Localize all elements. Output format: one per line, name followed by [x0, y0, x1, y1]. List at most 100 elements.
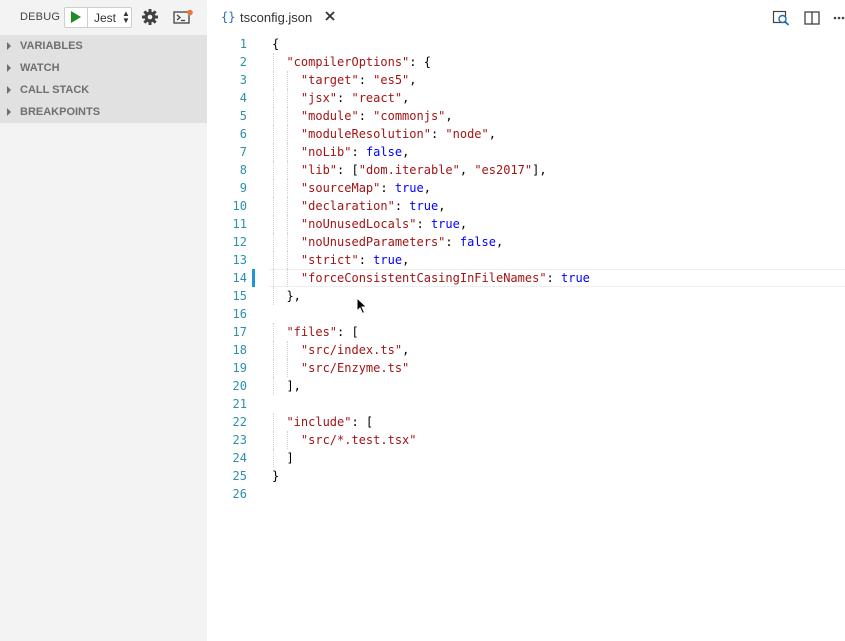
line-number: 18	[232, 343, 247, 357]
code-line[interactable]: 7 "noLib": false,	[207, 143, 845, 161]
line-number: 4	[239, 91, 247, 105]
line-number: 1	[239, 37, 247, 51]
line-number: 23	[232, 433, 247, 447]
code-text: "noLib": false,	[300, 145, 410, 159]
section-call-stack[interactable]: CALL STACK	[0, 79, 207, 101]
close-icon[interactable]	[324, 10, 336, 22]
section-label: VARIABLES	[20, 40, 83, 52]
code-text: },	[272, 289, 301, 303]
chevron-right-icon	[7, 86, 11, 94]
section-watch[interactable]: WATCH	[0, 57, 207, 79]
code-line[interactable]: 15 },	[207, 287, 845, 305]
code-text: "noUnusedParameters": false,	[300, 235, 504, 249]
line-number: 22	[232, 415, 247, 429]
select-divider	[87, 8, 88, 27]
line-number: 21	[232, 397, 247, 411]
code-line[interactable]: 19 "src/Enzyme.ts"	[207, 359, 845, 377]
code-line[interactable]: 11 "noUnusedLocals": true,	[207, 215, 845, 233]
code-text: "compilerOptions": {	[286, 55, 431, 69]
chevron-right-icon	[7, 108, 11, 116]
line-number: 6	[239, 127, 247, 141]
code-text: "jsx": "react",	[300, 91, 410, 105]
code-line[interactable]: 2 "compilerOptions": {	[207, 53, 845, 71]
debug-console-icon[interactable]	[173, 9, 193, 25]
code-text: "src/Enzyme.ts"	[300, 361, 410, 375]
line-number: 7	[239, 145, 247, 159]
line-number: 2	[239, 55, 247, 69]
current-line-marker	[252, 269, 255, 287]
code-text: "files": [	[286, 325, 359, 339]
debug-sidebar: DEBUG Jest ▲ ▼ VARIABLES WATCH CALL STAC…	[0, 0, 207, 641]
code-line[interactable]: 20 ],	[207, 377, 845, 395]
line-number: 11	[232, 217, 247, 231]
code-line[interactable]: 23 "src/*.test.tsx"	[207, 431, 845, 449]
line-number: 25	[232, 469, 247, 483]
code-text: "declaration": true,	[300, 199, 446, 213]
editor-tab-bar: {} tsconfig.json	[207, 0, 845, 35]
code-line[interactable]: 24 ]	[207, 449, 845, 467]
code-line[interactable]: 26	[207, 485, 845, 503]
code-text: "lib": ["dom.iterable", "es2017"],	[300, 163, 547, 177]
code-line[interactable]: 25}	[207, 467, 845, 485]
code-text: ]	[272, 451, 294, 465]
line-number: 13	[232, 253, 247, 267]
debug-title: DEBUG	[20, 11, 61, 23]
code-text: "src/index.ts",	[300, 343, 410, 357]
code-line[interactable]: 18 "src/index.ts",	[207, 341, 845, 359]
code-line[interactable]: 13 "strict": true,	[207, 251, 845, 269]
section-label: BREAKPOINTS	[20, 106, 101, 118]
code-line[interactable]: 8 "lib": ["dom.iterable", "es2017"],	[207, 161, 845, 179]
code-line[interactable]: 10 "declaration": true,	[207, 197, 845, 215]
line-number: 10	[232, 199, 247, 213]
json-braces-icon: {}	[221, 10, 236, 24]
line-number: 24	[232, 451, 247, 465]
section-label: WATCH	[20, 62, 60, 74]
code-text: "strict": true,	[300, 253, 410, 267]
code-line[interactable]: 21	[207, 395, 845, 413]
code-line[interactable]: 1{	[207, 35, 845, 53]
code-line[interactable]: 9 "sourceMap": true,	[207, 179, 845, 197]
code-text: "target": "es5",	[300, 73, 417, 87]
debug-config-value: Jest	[94, 11, 117, 25]
code-line[interactable]: 3 "target": "es5",	[207, 71, 845, 89]
code-line[interactable]: 5 "module": "commonjs",	[207, 107, 845, 125]
line-number: 26	[232, 487, 247, 501]
tab-tsconfig[interactable]: {} tsconfig.json	[207, 0, 342, 35]
debug-config-select[interactable]: Jest ▲ ▼	[64, 7, 132, 28]
line-number: 12	[232, 235, 247, 249]
code-text: "sourceMap": true,	[300, 181, 431, 195]
open-preview-icon[interactable]	[772, 9, 790, 27]
code-line[interactable]: 4 "jsx": "react",	[207, 89, 845, 107]
section-breakpoints[interactable]: BREAKPOINTS	[0, 101, 207, 123]
code-text: "include": [	[286, 415, 374, 429]
section-variables[interactable]: VARIABLES	[0, 35, 207, 57]
line-number: 9	[239, 181, 247, 195]
line-number: 15	[232, 289, 247, 303]
line-number: 8	[239, 163, 247, 177]
mouse-pointer-icon	[356, 297, 368, 315]
line-number: 5	[239, 109, 247, 123]
code-text: "forceConsistentCasingInFileNames": true	[300, 271, 590, 285]
gear-icon[interactable]	[141, 8, 159, 26]
code-text: "module": "commonjs",	[300, 109, 453, 123]
code-line[interactable]: 22 "include": [	[207, 413, 845, 431]
code-line[interactable]: 12 "noUnusedParameters": false,	[207, 233, 845, 251]
line-number: 20	[232, 379, 247, 393]
line-number: 17	[232, 325, 247, 339]
more-actions-icon[interactable]	[833, 9, 845, 27]
chevron-right-icon	[7, 64, 11, 72]
split-editor-icon[interactable]	[803, 9, 821, 27]
editor-pane: {} tsconfig.json 1{2 "compilerOptions": …	[207, 0, 845, 641]
code-line[interactable]: 6 "moduleResolution": "node",	[207, 125, 845, 143]
line-number: 3	[239, 73, 247, 87]
code-text: "moduleResolution": "node",	[300, 127, 496, 141]
code-text: {	[272, 37, 280, 51]
chevron-right-icon	[7, 42, 11, 50]
code-line[interactable]: 17 "files": [	[207, 323, 845, 341]
code-text: "src/*.test.tsx"	[300, 433, 417, 447]
code-editor[interactable]: 1{2 "compilerOptions": {3 "target": "es5…	[207, 35, 845, 641]
code-line[interactable]: 14 "forceConsistentCasingInFileNames": t…	[207, 269, 845, 287]
play-icon[interactable]	[71, 11, 81, 23]
code-line[interactable]: 16	[207, 305, 845, 323]
line-number: 19	[232, 361, 247, 375]
